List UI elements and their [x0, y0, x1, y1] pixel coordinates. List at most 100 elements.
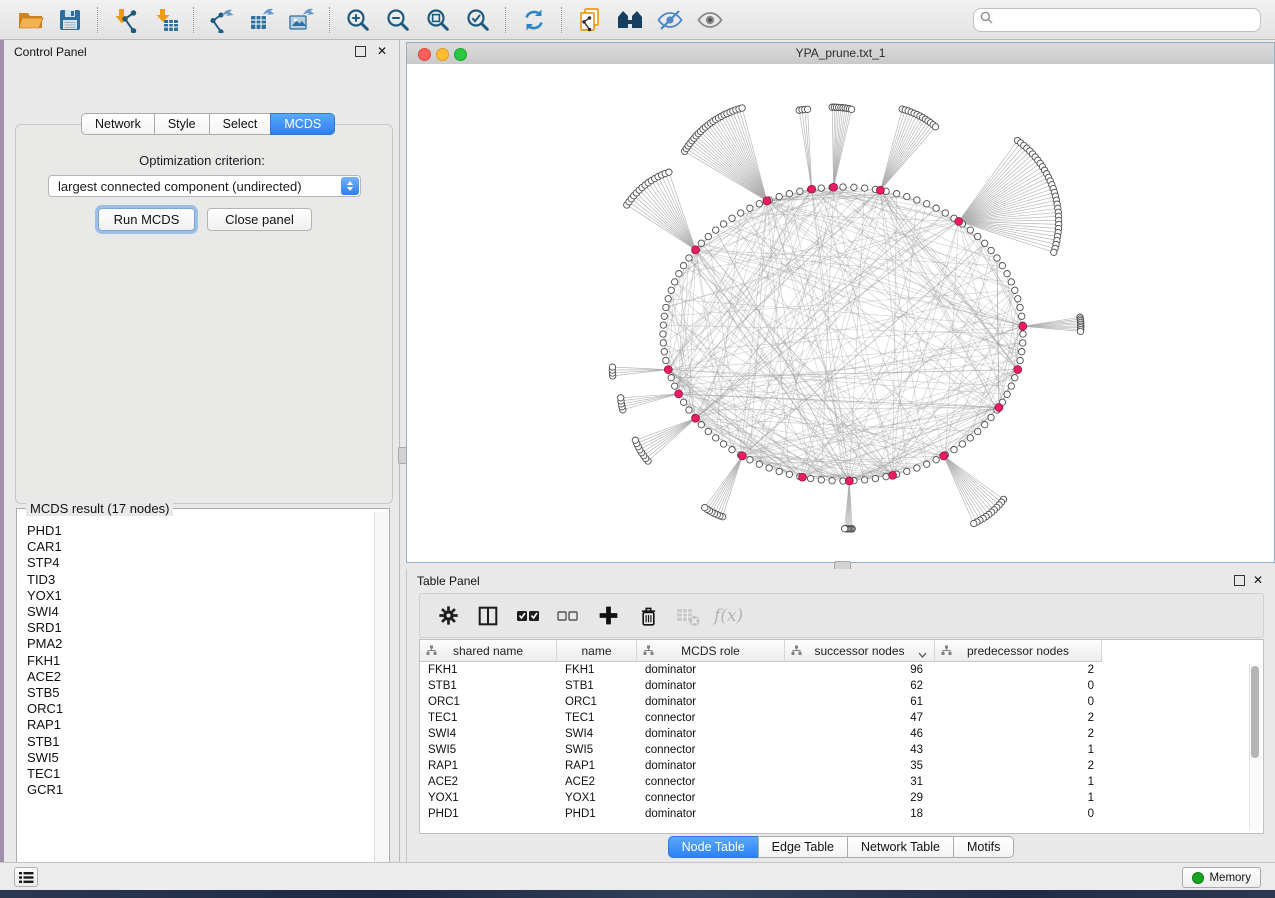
open-file-button[interactable] — [10, 5, 50, 35]
table-row[interactable]: FKH1FKH1dominator962 — [420, 662, 1102, 678]
column-header-successor-nodes[interactable]: successor nodes — [785, 640, 935, 662]
column-header-mcds-role[interactable]: MCDS role — [637, 640, 785, 662]
table-cell: 96 — [785, 664, 935, 676]
table-cell: connector — [637, 744, 785, 756]
table-cell: ACE2 — [420, 776, 557, 788]
table-cell: STB1 — [557, 680, 637, 692]
table-row[interactable]: YOX1YOX1connector291 — [420, 790, 1102, 806]
table-scrollbar[interactable] — [1249, 664, 1261, 830]
import-table-from-file-button[interactable] — [146, 5, 186, 35]
control-panel-title: Control Panel — [14, 45, 87, 59]
tab-style[interactable]: Style — [154, 113, 210, 135]
table-row[interactable]: SWI5SWI5connector431 — [420, 742, 1102, 758]
network-window-titlebar[interactable]: YPA_prune.txt_1 — [407, 43, 1274, 65]
zoom-fit-content-button[interactable] — [418, 5, 458, 35]
zoom-out-button[interactable] — [378, 5, 418, 35]
mcds-result-item[interactable]: ACE2 — [27, 669, 63, 685]
function-builder-button: f(x) — [714, 606, 743, 626]
table-row[interactable]: ORC1ORC1dominator610 — [420, 694, 1102, 710]
memory-button[interactable]: Memory — [1182, 867, 1261, 888]
mcds-result-item[interactable]: FKH1 — [27, 653, 63, 669]
table-toolbar: f(x) — [419, 593, 1264, 638]
float-panel-icon[interactable] — [1234, 575, 1245, 586]
export-image-button[interactable] — [282, 5, 322, 35]
tab-select[interactable]: Select — [209, 113, 272, 135]
table-row[interactable]: TEC1TEC1connector472 — [420, 710, 1102, 726]
sort-descending-icon — [918, 647, 927, 661]
optimization-criterion-value: largest connected component (undirected) — [58, 179, 302, 194]
column-header-shared-name[interactable]: shared name — [420, 640, 557, 662]
scrollbar-thumb[interactable] — [1251, 666, 1259, 758]
new-network-from-selection-button[interactable] — [570, 5, 610, 35]
column-header-predecessor-nodes[interactable]: predecessor nodes — [935, 640, 1102, 662]
tab-node-table[interactable]: Node Table — [668, 836, 759, 858]
mcds-result-item[interactable]: PHD1 — [27, 523, 63, 539]
delete-table-button[interactable] — [668, 601, 708, 631]
mcds-result-item[interactable]: PMA2 — [27, 636, 63, 652]
network-window: YPA_prune.txt_1 — [406, 42, 1275, 563]
memory-label: Memory — [1209, 872, 1251, 884]
table-row[interactable]: STB1STB1dominator620 — [420, 678, 1102, 694]
zoom-in-button[interactable] — [338, 5, 378, 35]
table-row[interactable]: RAP1RAP1dominator352 — [420, 758, 1102, 774]
table-cell: SWI5 — [557, 744, 637, 756]
table-cell: 2 — [935, 664, 1102, 676]
table-row[interactable]: PHD1PHD1dominator180 — [420, 806, 1102, 822]
mcds-result-item[interactable]: ORC1 — [27, 701, 63, 717]
table-cell: 1 — [935, 744, 1102, 756]
first-neighbors-of-selected-button[interactable] — [610, 5, 650, 35]
tab-motifs[interactable]: Motifs — [953, 836, 1014, 858]
tab-network-table[interactable]: Network Table — [847, 836, 954, 858]
table-row[interactable]: ACE2ACE2connector311 — [420, 774, 1102, 790]
tab-edge-table[interactable]: Edge Table — [758, 836, 848, 858]
save-session-button[interactable] — [50, 5, 90, 35]
export-network-button[interactable] — [202, 5, 242, 35]
mcds-result-scrollbar[interactable] — [374, 512, 388, 877]
table-cell: 2 — [935, 760, 1102, 772]
zoom-selected-region-button[interactable] — [458, 5, 498, 35]
mcds-result-item[interactable]: YOX1 — [27, 588, 63, 604]
mcds-result-item[interactable]: STB5 — [27, 685, 63, 701]
tab-network[interactable]: Network — [81, 113, 155, 135]
hide-selected-button[interactable] — [650, 5, 690, 35]
float-panel-icon[interactable] — [355, 46, 366, 57]
mcds-result-item[interactable]: GCR1 — [27, 782, 63, 798]
create-new-column-button[interactable] — [588, 601, 628, 631]
deselect-all-columns-button[interactable] — [548, 601, 588, 631]
mcds-result-item[interactable]: RAP1 — [27, 717, 63, 733]
desktop-wallpaper-bottom-edge — [0, 890, 1275, 898]
show-all-nodes-edges-button[interactable] — [690, 5, 730, 35]
table-cell: 46 — [785, 728, 935, 740]
mcds-result-item[interactable]: TEC1 — [27, 766, 63, 782]
show-column-layout-button[interactable] — [468, 601, 508, 631]
close-panel-icon[interactable]: ✕ — [1253, 573, 1263, 587]
mcds-result-item[interactable]: SWI5 — [27, 750, 63, 766]
delete-columns-button[interactable] — [628, 601, 668, 631]
apply-preferred-layout-button[interactable] — [514, 5, 554, 35]
mcds-result-item[interactable]: STB1 — [27, 734, 63, 750]
import-network-from-file-button[interactable] — [106, 5, 146, 35]
mcds-result-item[interactable]: CAR1 — [27, 539, 63, 555]
select-all-columns-button[interactable] — [508, 601, 548, 631]
table-cell: dominator — [637, 728, 785, 740]
search-box[interactable] — [973, 8, 1261, 32]
table-cell: dominator — [637, 760, 785, 772]
mcds-result-item[interactable]: TID3 — [27, 572, 63, 588]
table-settings-button[interactable] — [428, 601, 468, 631]
close-panel-button[interactable]: Close panel — [207, 208, 312, 231]
table-cell: TEC1 — [557, 712, 637, 724]
close-panel-icon[interactable]: ✕ — [377, 44, 387, 58]
optimization-criterion-select[interactable]: largest connected component (undirected) — [48, 175, 361, 197]
table-row[interactable]: SWI4SWI4dominator462 — [420, 726, 1102, 742]
table-panel-tabs: Node TableEdge TableNetwork TableMotifs — [407, 836, 1275, 858]
search-input[interactable] — [997, 12, 1254, 28]
column-header-name[interactable]: name — [557, 640, 637, 662]
mcds-result-item[interactable]: STP4 — [27, 555, 63, 571]
mcds-result-item[interactable]: SRD1 — [27, 620, 63, 636]
tab-mcds[interactable]: MCDS — [270, 113, 335, 135]
mcds-result-item[interactable]: SWI4 — [27, 604, 63, 620]
task-history-button[interactable] — [14, 867, 38, 887]
run-mcds-button[interactable]: Run MCDS — [98, 208, 195, 231]
export-table-button[interactable] — [242, 5, 282, 35]
network-canvas[interactable] — [407, 64, 1274, 562]
